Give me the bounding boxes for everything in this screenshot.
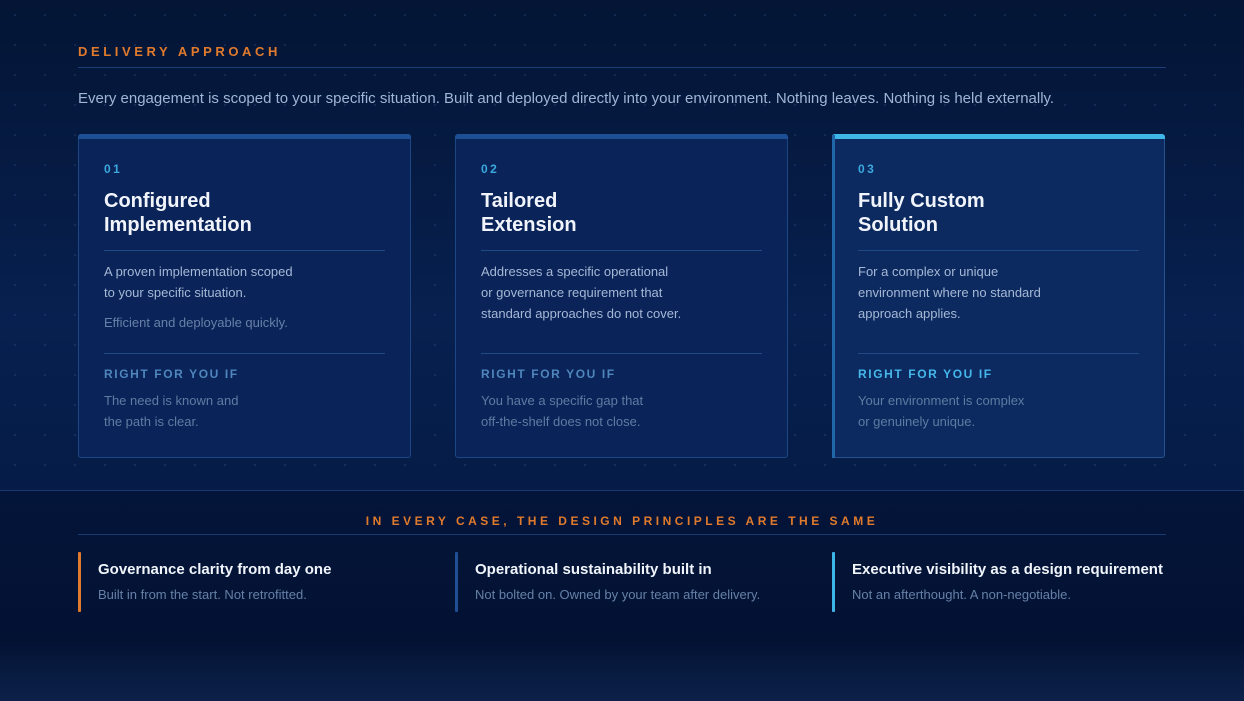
right-for-you-text: You have a specific gap that off-the-she…: [481, 390, 701, 432]
header-divider: [78, 67, 1166, 68]
card-description-line: standard approaches do not cover.: [481, 306, 682, 321]
card-description-line: Addresses a specific operational: [481, 264, 669, 279]
right-for-you-line: the path is clear.: [104, 414, 199, 429]
card-divider: [858, 250, 1139, 251]
card-divider: [104, 353, 385, 354]
card-number: 01: [104, 162, 123, 176]
card-divider: [481, 353, 762, 354]
card-title-line: Implementation: [104, 214, 252, 236]
right-for-you-text: The need is known and the path is clear.: [104, 390, 324, 432]
principles-heading: IN EVERY CASE, THE DESIGN PRINCIPLES ARE…: [365, 514, 879, 528]
card-title-line: Extension: [481, 214, 577, 236]
right-for-you-label: RIGHT FOR YOU IF: [481, 367, 616, 381]
right-for-you-text: Your environment is complex or genuinely…: [858, 390, 1078, 432]
card-note: Efficient and deployable quickly.: [104, 315, 288, 330]
card-title-line: Fully Custom: [858, 190, 985, 212]
card-divider: [858, 353, 1139, 354]
card-title: Tailored Extension: [481, 189, 741, 237]
card-tailored-extension: 02 Tailored Extension Addresses a specif…: [455, 134, 788, 458]
principle-subtitle: Built in from the start. Not retrofitted…: [98, 587, 307, 602]
principles-divider: [78, 534, 1166, 535]
section-eyebrow: DELIVERY APPROACH: [78, 44, 282, 59]
card-number: 02: [481, 162, 500, 176]
card-divider: [481, 250, 762, 251]
right-for-you-label: RIGHT FOR YOU IF: [104, 367, 239, 381]
card-number: 03: [858, 162, 877, 176]
card-description-line: or governance requirement that: [481, 285, 663, 300]
right-for-you-line: Your environment is complex: [858, 393, 1025, 408]
card-description-line: environment where no standard: [858, 285, 1041, 300]
card-configured-implementation: 01 Configured Implementation A proven im…: [78, 134, 411, 458]
accent-bar: [455, 552, 458, 612]
accent-bar: [832, 552, 835, 612]
principle-title: Executive visibility as a design require…: [852, 561, 1163, 578]
right-for-you-line: The need is known and: [104, 393, 239, 408]
right-for-you-line: or genuinely unique.: [858, 414, 976, 429]
right-for-you-label: RIGHT FOR YOU IF: [858, 367, 993, 381]
card-title: Fully Custom Solution: [858, 189, 1118, 237]
card-divider: [104, 250, 385, 251]
card-description: Addresses a specific operational or gove…: [481, 261, 721, 324]
principle-title: Operational sustainability built in: [475, 561, 712, 578]
card-description-line: For a complex or unique: [858, 264, 999, 279]
right-for-you-line: You have a specific gap that: [481, 393, 644, 408]
card-description-line: to your specific situation.: [104, 285, 247, 300]
right-for-you-line: off-the-shelf does not close.: [481, 414, 641, 429]
card-title-line: Configured: [104, 190, 211, 212]
card-title-line: Tailored: [481, 190, 558, 212]
card-fully-custom-solution: 03 Fully Custom Solution For a complex o…: [832, 134, 1165, 458]
principle-title: Governance clarity from day one: [98, 561, 332, 578]
card-description-line: A proven implementation scoped: [104, 264, 293, 279]
card-description: A proven implementation scoped to your s…: [104, 261, 344, 303]
principle-subtitle: Not bolted on. Owned by your team after …: [475, 587, 761, 602]
card-title-line: Solution: [858, 214, 938, 236]
accent-bar: [78, 552, 81, 612]
intro-text: Every engagement is scoped to your speci…: [78, 90, 1055, 107]
card-title: Configured Implementation: [104, 189, 364, 237]
card-description: For a complex or unique environment wher…: [858, 261, 1098, 324]
card-description-line: approach applies.: [858, 306, 961, 321]
principle-subtitle: Not an afterthought. A non-negotiable.: [852, 587, 1072, 602]
